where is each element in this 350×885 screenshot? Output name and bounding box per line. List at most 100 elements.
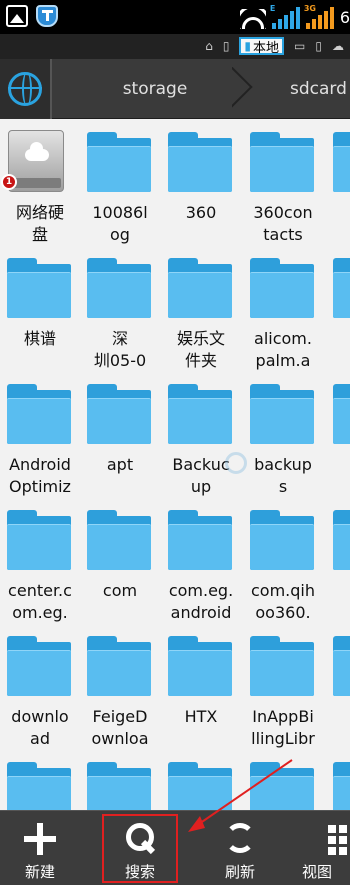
folder-icon bbox=[7, 510, 71, 570]
folder-item[interactable]: alicom. palm.a bbox=[243, 246, 323, 372]
cloud-icon bbox=[25, 142, 49, 161]
view-button[interactable]: 视图 bbox=[300, 811, 350, 885]
folder-icon bbox=[7, 258, 71, 318]
folder-item[interactable]: 10086l og bbox=[80, 120, 160, 246]
folder-item[interactable]: 360con tacts bbox=[243, 120, 323, 246]
folder-item[interactable]: Android Optimiz bbox=[0, 372, 80, 498]
folder-item[interactable]: D bbox=[326, 498, 350, 624]
folder-item[interactable]: apt bbox=[80, 372, 160, 498]
notification-badge: 1 bbox=[1, 174, 17, 190]
folder-item[interactable]: com.qih oo360. bbox=[243, 498, 323, 624]
status-time: 6 bbox=[339, 8, 350, 27]
folder-label: HTX bbox=[184, 707, 218, 726]
shield-icon bbox=[36, 5, 58, 27]
folder-item[interactable]: 深 圳05-0 bbox=[80, 246, 160, 372]
location-local-label: 本地 bbox=[253, 40, 280, 56]
folder-label: 360con tacts bbox=[253, 203, 313, 244]
folder-label: InAppBi llingLibr bbox=[251, 707, 315, 748]
folder-label: b bbox=[326, 454, 350, 498]
folder-icon bbox=[168, 636, 232, 696]
folder-icon bbox=[87, 636, 151, 696]
folder-icon bbox=[333, 258, 350, 318]
folder-item[interactable]: downlo ad bbox=[0, 624, 80, 750]
folder-item[interactable]: backup s bbox=[243, 372, 323, 498]
folder-label: alicom. palm.a bbox=[254, 329, 312, 370]
folder-label: 360 bbox=[185, 203, 217, 222]
folder-icon bbox=[333, 384, 350, 444]
folder-label: 36 wr bbox=[326, 202, 350, 246]
folder-icon bbox=[168, 762, 232, 810]
folder-label: iS bbox=[326, 706, 350, 750]
folder-label: D bbox=[326, 580, 350, 624]
refresh-icon bbox=[225, 823, 255, 853]
folder-item[interactable]: iS bbox=[326, 624, 350, 750]
folder-item[interactable]: b bbox=[326, 372, 350, 498]
folder-icon bbox=[250, 132, 314, 192]
breadcrumb-sdcard[interactable]: sdcard bbox=[258, 59, 350, 119]
folder-item[interactable]: HTX bbox=[161, 624, 241, 750]
folder-label: 深 圳05-0 bbox=[93, 329, 147, 370]
sdcard-icon: ▮ bbox=[244, 39, 252, 53]
folder-item[interactable] bbox=[243, 750, 323, 810]
folder-item[interactable]: 36 wr bbox=[326, 120, 350, 246]
folder-item[interactable]: center.c om.eg. bbox=[0, 498, 80, 624]
location-local[interactable]: ▮ 本地 bbox=[239, 37, 285, 56]
path-toolbar: storage sdcard bbox=[0, 59, 350, 119]
file-grid: 1 网络硬 盘 10086l og 360 360con tacts 36 wr 棋谱 深 圳… bbox=[0, 120, 350, 810]
home-icon[interactable]: ⌂ bbox=[205, 39, 213, 53]
search-button[interactable]: 搜索 bbox=[100, 811, 180, 885]
grid-view-icon bbox=[328, 825, 350, 855]
folder-item[interactable]: InAppBi llingLibr bbox=[243, 624, 323, 750]
folder-icon bbox=[87, 258, 151, 318]
folder-icon bbox=[333, 132, 350, 192]
folder-item[interactable]: 棋谱 bbox=[0, 246, 80, 372]
folder-icon bbox=[168, 510, 232, 570]
folder-icon bbox=[333, 510, 350, 570]
refresh-button[interactable]: 刷新 bbox=[200, 811, 280, 885]
new-button[interactable]: 新建 bbox=[0, 811, 80, 885]
search-button-label: 搜索 bbox=[124, 863, 155, 881]
folder-icon bbox=[87, 762, 151, 810]
folder-icon bbox=[250, 510, 314, 570]
folder-label: com bbox=[102, 581, 138, 600]
folder-icon bbox=[7, 636, 71, 696]
folder-item[interactable] bbox=[161, 750, 241, 810]
signal-icon-2: 3G bbox=[304, 4, 334, 29]
folder-item[interactable]: a bbox=[326, 246, 350, 372]
status-bar: E 3G 6 bbox=[0, 0, 350, 34]
folder-item[interactable] bbox=[0, 750, 80, 810]
loading-spinner-icon bbox=[225, 452, 247, 474]
folder-label: center.c om.eg. bbox=[8, 581, 72, 622]
breadcrumb-separator-icon bbox=[232, 67, 260, 111]
cloud-icon[interactable]: ☁ bbox=[332, 39, 344, 53]
folder-icon bbox=[168, 384, 232, 444]
folder-item[interactable]: 娱乐文 件夹 bbox=[161, 246, 241, 372]
folder-icon bbox=[7, 762, 71, 810]
computer-icon[interactable]: ▭ bbox=[294, 39, 305, 53]
search-icon bbox=[126, 823, 156, 853]
folder-icon bbox=[250, 762, 314, 810]
folder-label: Android Optimiz bbox=[9, 455, 71, 496]
folder-label: 网络硬 盘 bbox=[15, 203, 64, 244]
folder-label: 棋谱 bbox=[23, 329, 56, 348]
gallery-icon bbox=[6, 5, 28, 27]
plus-icon bbox=[24, 823, 56, 855]
folder-item[interactable]: com.eg. android bbox=[161, 498, 241, 624]
network-menu-button[interactable] bbox=[0, 59, 52, 119]
folder-item[interactable]: com bbox=[80, 498, 160, 624]
network-drive-item[interactable]: 1 网络硬 盘 bbox=[0, 120, 80, 246]
folder-item[interactable] bbox=[80, 750, 160, 810]
folder-item[interactable] bbox=[326, 750, 350, 810]
folder-item[interactable]: Backuc up bbox=[161, 372, 241, 498]
folder-item[interactable]: 360 bbox=[161, 120, 241, 246]
breadcrumb-storage[interactable]: storage bbox=[70, 59, 240, 119]
device-icon[interactable]: ▯ bbox=[315, 39, 322, 53]
folder-label: com.qih oo360. bbox=[251, 581, 315, 622]
folder-label: a bbox=[326, 328, 350, 372]
bottom-action-bar: 新建 搜索 刷新 视图 bbox=[0, 810, 350, 885]
folder-icon bbox=[250, 636, 314, 696]
folder-item[interactable]: FeigeD ownloa bbox=[80, 624, 160, 750]
folder-icon bbox=[333, 762, 350, 810]
phone-icon[interactable]: ▯ bbox=[223, 39, 230, 53]
network-type-label-1: E bbox=[269, 4, 276, 13]
